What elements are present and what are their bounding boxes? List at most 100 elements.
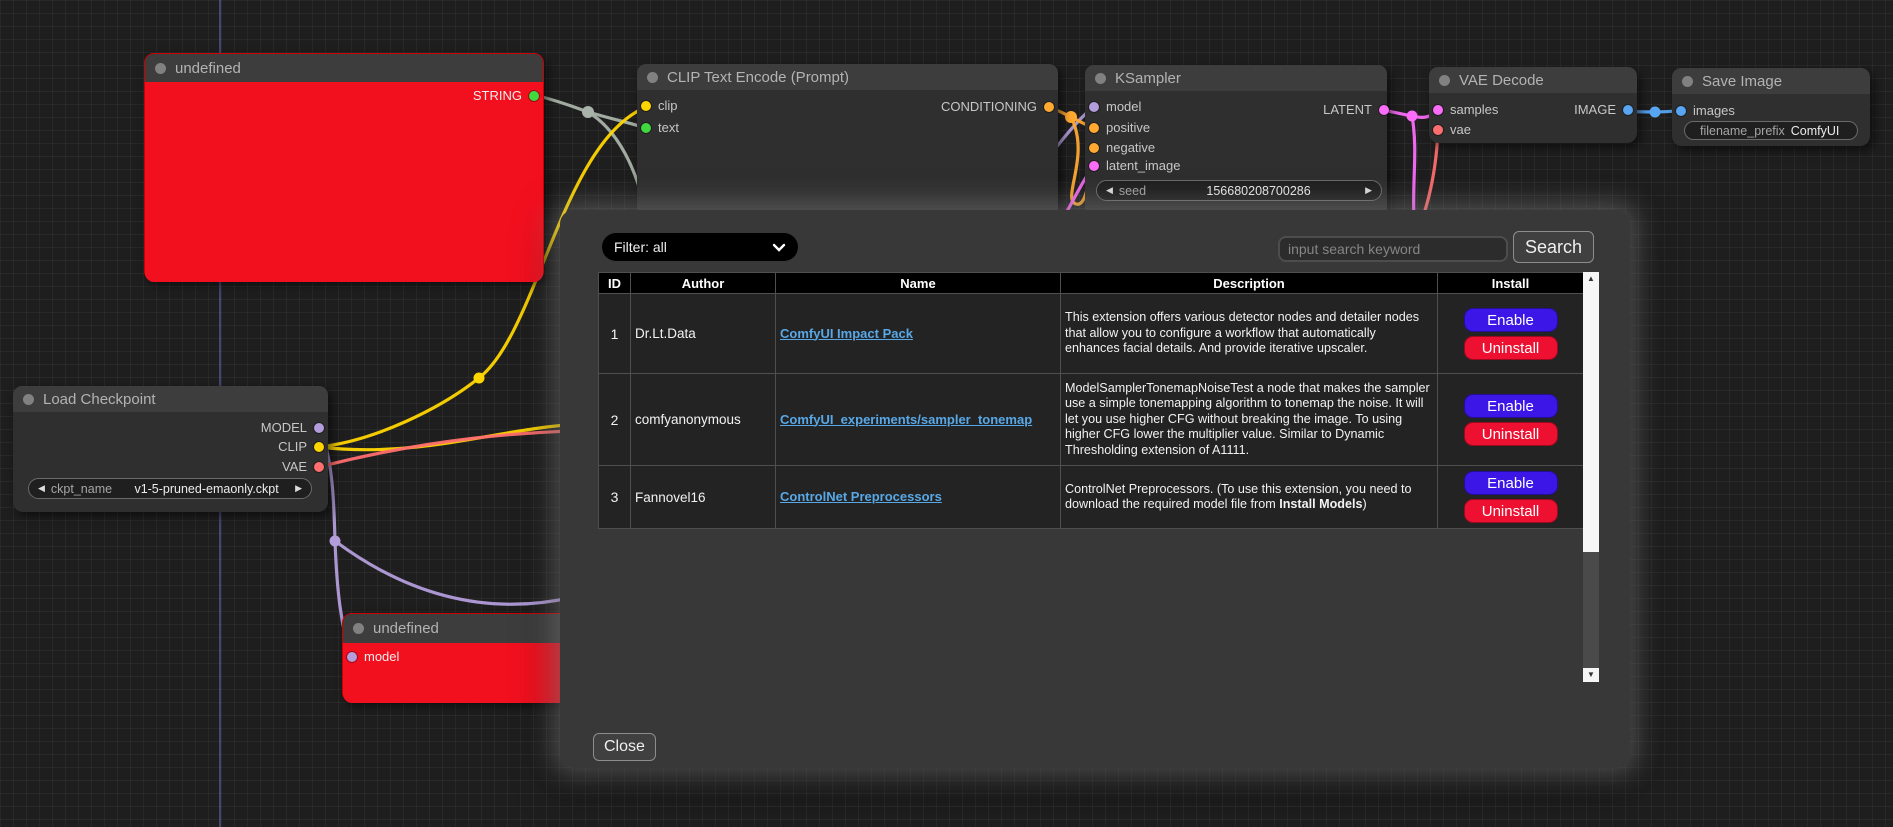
node-title-bar[interactable]: undefined	[145, 54, 543, 82]
input-label: negative	[1106, 140, 1155, 156]
input-label: positive	[1106, 120, 1150, 136]
extension-link[interactable]: ComfyUI Impact Pack	[780, 326, 913, 341]
ckpt-name-widget[interactable]: ◀ ckpt_name v1-5-pruned-emaonly.ckpt ▶	[28, 478, 312, 499]
extension-manager-dialog: Filter: all Search IDAuthorNameDescripti…	[560, 210, 1630, 768]
collapse-dot-icon[interactable]	[155, 63, 166, 74]
filename-prefix-value: ComfyUI	[1791, 124, 1850, 138]
enable-button[interactable]: Enable	[1464, 471, 1558, 495]
cell-name: ComfyUI Impact Pack	[776, 294, 1061, 374]
increment-arrow-icon[interactable]: ▶	[1365, 186, 1372, 195]
scroll-down-icon[interactable]: ▼	[1583, 668, 1599, 682]
cell-install: Enable Uninstall	[1438, 374, 1584, 466]
text-input-dot[interactable]	[641, 123, 651, 133]
cell-name: ControlNet Preprocessors	[776, 466, 1061, 529]
vae-output-dot[interactable]	[314, 462, 324, 472]
positive-input-dot[interactable]	[1089, 123, 1099, 133]
column-header: Install	[1438, 273, 1584, 294]
scroll-up-icon[interactable]: ▲	[1583, 273, 1599, 285]
search-button[interactable]: Search	[1513, 231, 1594, 263]
node-title: Load Checkpoint	[43, 391, 156, 408]
clip-output-dot[interactable]	[314, 442, 324, 452]
model-input-dot[interactable]	[347, 652, 357, 662]
node-title-bar[interactable]: CLIP Text Encode (Prompt)	[637, 64, 1058, 90]
samples-input-dot[interactable]	[1433, 105, 1443, 115]
node-save-image[interactable]: Save Image images filename_prefix ComfyU…	[1672, 68, 1870, 146]
conditioning-output-dot[interactable]	[1044, 102, 1054, 112]
scrollbar-thumb[interactable]	[1583, 272, 1599, 552]
node-vae-decode[interactable]: VAE Decode samples vae IMAGE	[1429, 67, 1637, 143]
negative-input-dot[interactable]	[1089, 143, 1099, 153]
decrement-arrow-icon[interactable]: ◀	[1106, 186, 1113, 195]
table-scrollbar[interactable]: ▲ ▼	[1583, 272, 1599, 682]
extensions-table: IDAuthorNameDescriptionInstall 1Dr.Lt.Da…	[598, 272, 1584, 529]
node-undefined-top[interactable]: undefined STRING	[144, 53, 544, 281]
cell-description: ControlNet Preprocessors. (To use this e…	[1061, 466, 1438, 529]
node-title-bar[interactable]: Load Checkpoint	[13, 386, 328, 412]
model-input-dot[interactable]	[1089, 102, 1099, 112]
node-graph-canvas[interactable]: undefined STRING CLIP Text Encode (Promp…	[0, 0, 1893, 827]
cell-name: ComfyUI_experiments/sampler_tonemap	[776, 374, 1061, 466]
filename-prefix-widget[interactable]: filename_prefix ComfyUI	[1684, 121, 1858, 140]
node-title: Save Image	[1702, 73, 1782, 90]
seed-widget[interactable]: ◀ seed 156680208700286 ▶	[1096, 180, 1382, 201]
enable-button[interactable]: Enable	[1464, 394, 1558, 418]
input-label: model	[364, 649, 399, 665]
next-arrow-icon[interactable]: ▶	[295, 484, 302, 493]
collapse-dot-icon[interactable]	[353, 623, 364, 634]
input-label: model	[1106, 99, 1141, 115]
table-header-row: IDAuthorNameDescriptionInstall	[599, 273, 1584, 294]
widget-name: filename_prefix	[1700, 124, 1785, 138]
column-header: Name	[776, 273, 1061, 294]
reroute-dot-latent	[1407, 111, 1418, 122]
model-output-dot[interactable]	[314, 423, 324, 433]
filter-label: Filter: all	[614, 239, 667, 255]
cell-install: Enable Uninstall	[1438, 466, 1584, 529]
extension-row: 3Fannovel16ControlNet PreprocessorsContr…	[599, 466, 1584, 529]
column-header: Description	[1061, 273, 1438, 294]
extension-link[interactable]: ComfyUI_experiments/sampler_tonemap	[780, 412, 1032, 427]
search-input[interactable]	[1278, 236, 1508, 262]
output-label: IMAGE	[1574, 102, 1616, 118]
ckpt-name-value: v1-5-pruned-emaonly.ckpt	[118, 482, 295, 496]
collapse-dot-icon[interactable]	[23, 394, 34, 405]
images-input-dot[interactable]	[1676, 106, 1686, 116]
clip-input-dot[interactable]	[641, 101, 651, 111]
latent-image-input-dot[interactable]	[1089, 161, 1099, 171]
uninstall-button[interactable]: Uninstall	[1464, 499, 1558, 523]
extension-link[interactable]: ControlNet Preprocessors	[780, 489, 942, 504]
collapse-dot-icon[interactable]	[1682, 76, 1693, 87]
latent-output-dot[interactable]	[1379, 105, 1389, 115]
prev-arrow-icon[interactable]: ◀	[38, 484, 45, 493]
filter-select[interactable]: Filter: all	[602, 233, 798, 261]
enable-button[interactable]: Enable	[1464, 308, 1558, 332]
node-ksampler[interactable]: KSampler model positive negative latent_…	[1085, 65, 1387, 223]
uninstall-button[interactable]: Uninstall	[1464, 336, 1558, 360]
uninstall-button[interactable]: Uninstall	[1464, 422, 1558, 446]
collapse-dot-icon[interactable]	[647, 72, 658, 83]
node-title-bar[interactable]: Save Image	[1672, 68, 1870, 94]
vae-input-dot[interactable]	[1433, 125, 1443, 135]
input-label: latent_image	[1106, 158, 1180, 174]
string-output-dot[interactable]	[529, 91, 539, 101]
cell-author: Dr.Lt.Data	[631, 294, 776, 374]
node-title: KSampler	[1115, 70, 1181, 87]
image-output-dot[interactable]	[1623, 105, 1633, 115]
cell-install: Enable Uninstall	[1438, 294, 1584, 374]
seed-value: 156680208700286	[1152, 184, 1365, 198]
collapse-dot-icon[interactable]	[1439, 75, 1450, 86]
node-clip-text-encode[interactable]: CLIP Text Encode (Prompt) clip text COND…	[637, 64, 1058, 224]
input-label: clip	[658, 98, 678, 114]
column-header: Author	[631, 273, 776, 294]
wire-string-to-text	[535, 95, 646, 128]
collapse-dot-icon[interactable]	[1095, 73, 1106, 84]
close-button[interactable]: Close	[593, 733, 656, 761]
input-label: images	[1693, 103, 1735, 119]
node-title-bar[interactable]: KSampler	[1085, 65, 1387, 91]
cell-description: ModelSamplerTonemapNoiseTest a node that…	[1061, 374, 1438, 466]
cell-description: This extension offers various detector n…	[1061, 294, 1438, 374]
node-title: CLIP Text Encode (Prompt)	[667, 69, 849, 86]
column-header: ID	[599, 273, 631, 294]
output-label: STRING	[473, 88, 522, 104]
node-title-bar[interactable]: VAE Decode	[1429, 67, 1637, 93]
node-load-checkpoint[interactable]: Load Checkpoint MODEL CLIP VAE ◀ ckpt_na…	[13, 386, 328, 512]
